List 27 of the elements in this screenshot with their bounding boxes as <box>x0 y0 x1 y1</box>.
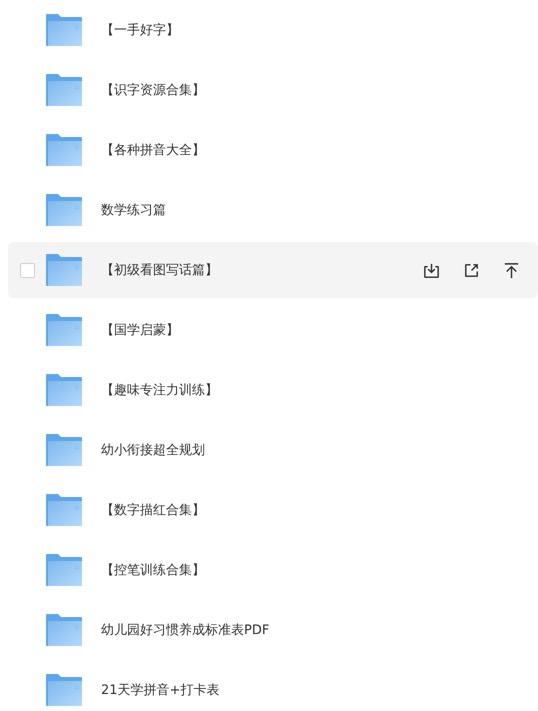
folder-name[interactable]: 数学练习篇 <box>101 201 538 219</box>
folder-name[interactable]: 21天学拼音+打卡表 <box>101 681 538 699</box>
folder-icon <box>46 254 82 286</box>
folder-name[interactable]: 【初级看图写话篇】 <box>101 261 422 279</box>
folder-icon <box>46 134 82 166</box>
folder-icon <box>46 14 82 46</box>
folder-icon <box>46 434 82 466</box>
folder-name[interactable]: 【数字描红合集】 <box>101 501 538 519</box>
folder-name[interactable]: 幼小衔接超全规划 <box>101 441 538 459</box>
checkbox[interactable] <box>20 262 34 278</box>
folder-icon <box>46 194 82 226</box>
folder-name[interactable]: 幼儿园好习惯养成标准表PDF <box>101 621 538 639</box>
folder-icon <box>46 554 82 586</box>
folder-icon <box>46 374 82 406</box>
folder-name[interactable]: 【国学启蒙】 <box>101 321 538 339</box>
folder-name[interactable]: 【趣味专注力训练】 <box>101 381 538 399</box>
file-row-highlight[interactable]: 【初级看图写话篇】 <box>8 242 538 298</box>
folder-icon <box>46 74 82 106</box>
folder-icon <box>46 674 82 706</box>
folder-name[interactable]: 【一手好字】 <box>101 21 538 39</box>
folder-name[interactable]: 【控笔训练合集】 <box>101 561 538 579</box>
folder-icon <box>46 314 82 346</box>
folder-icon <box>46 494 82 526</box>
folder-icon <box>46 614 82 646</box>
folder-name[interactable]: 【识字资源合集】 <box>101 81 538 99</box>
pin-to-top-icon[interactable] <box>502 260 521 280</box>
folder-name[interactable]: 【各种拼音大全】 <box>101 141 538 159</box>
